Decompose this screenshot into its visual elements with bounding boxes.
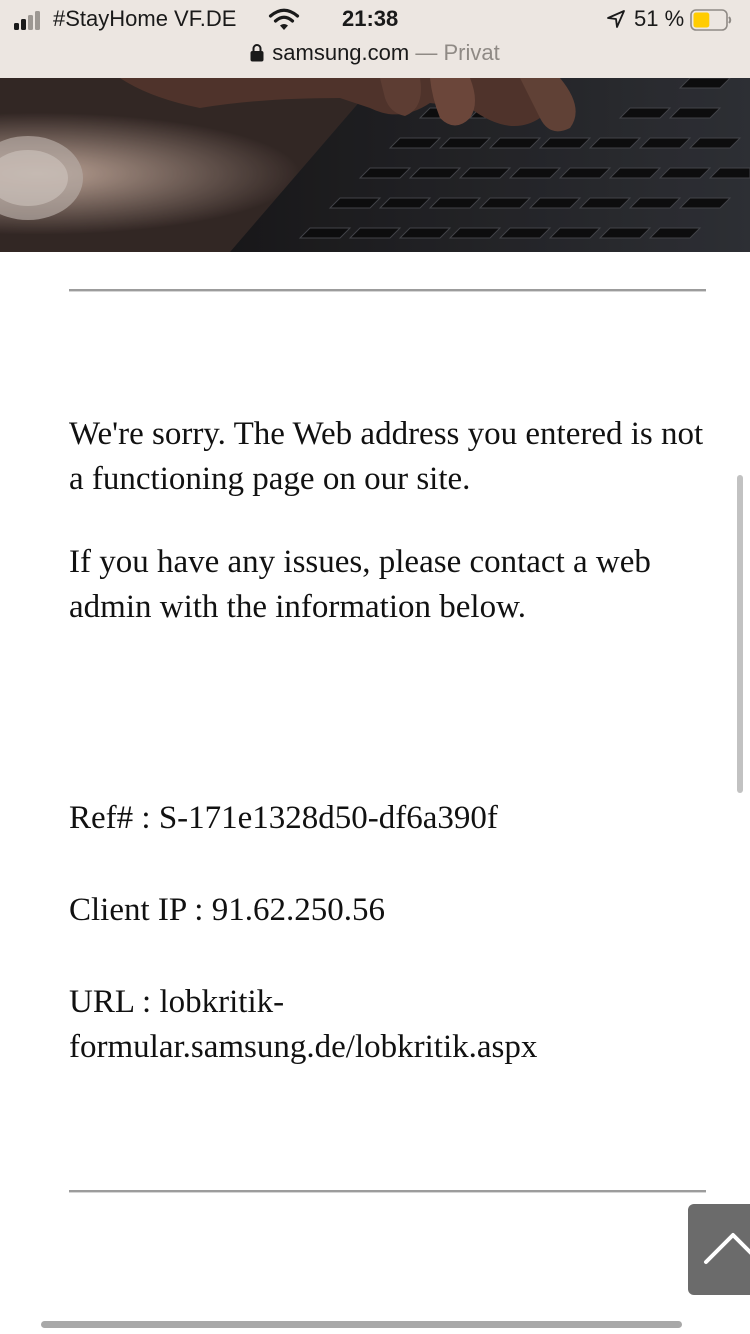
contact-instruction: If you have any issues, please contact a… bbox=[69, 544, 651, 625]
scrollbar[interactable] bbox=[737, 475, 743, 793]
requested-url-line-2: formular.samsung.de/lobkritik.aspx bbox=[69, 1029, 538, 1065]
error-message: We're sorry. The Web address you entered… bbox=[69, 416, 704, 497]
bottom-divider bbox=[69, 1190, 706, 1193]
carrier-name: #StayHome VF.DE bbox=[53, 6, 237, 31]
battery-percent: 51 % bbox=[634, 6, 685, 31]
back-to-top-button[interactable] bbox=[688, 1204, 750, 1295]
wifi-icon bbox=[268, 8, 300, 30]
address-bar[interactable]: samsung.com — Privat bbox=[0, 40, 750, 70]
status-bar: #StayHome VF.DE 21:38 51 % bbox=[0, 0, 750, 40]
battery-icon bbox=[690, 9, 732, 31]
hero-image bbox=[0, 78, 750, 252]
keyboard-photo bbox=[0, 78, 750, 252]
lock-icon bbox=[250, 44, 264, 62]
clock: 21:38 bbox=[342, 6, 399, 31]
requested-url-line-1: URL : lobkritik- bbox=[69, 984, 285, 1020]
private-mode-label: Privat bbox=[443, 40, 500, 65]
address-separator: — bbox=[415, 40, 438, 65]
address-domain: samsung.com bbox=[272, 40, 410, 65]
browser-top-bar: #StayHome VF.DE 21:38 51 % samsung.com —… bbox=[0, 0, 750, 78]
client-ip: Client IP : 91.62.250.56 bbox=[69, 892, 385, 928]
requested-url: URL : lobkritik-formular.samsung.de/lobk… bbox=[69, 980, 709, 1070]
home-indicator[interactable] bbox=[41, 1321, 682, 1328]
reference-number: Ref# : S-171e1328d50-df6a390f bbox=[69, 800, 498, 836]
top-divider bbox=[69, 289, 706, 292]
signal-icon bbox=[14, 10, 46, 30]
location-arrow-icon bbox=[607, 10, 625, 28]
chevron-up-icon bbox=[704, 1233, 750, 1264]
